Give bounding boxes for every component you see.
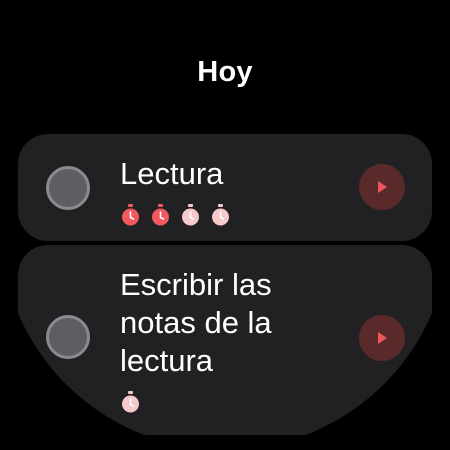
task-card[interactable]: Lectura — [18, 134, 432, 241]
play-icon — [378, 181, 387, 193]
task-title: Lectura — [120, 156, 224, 191]
watch-screen: Hoy Lectura Escribir las notas de la lec… — [0, 0, 450, 450]
pomodoro-list — [120, 391, 141, 413]
pomodoro-pending-icon — [212, 204, 229, 226]
pomodoro-pending-icon — [182, 204, 199, 226]
task-card[interactable]: Escribir las notas de la lectura — [18, 245, 432, 435]
start-timer-button[interactable] — [359, 315, 405, 361]
pomodoro-done-icon — [122, 204, 139, 226]
task-complete-checkbox[interactable] — [46, 166, 90, 210]
task-complete-checkbox[interactable] — [46, 315, 90, 359]
pomodoro-list — [120, 204, 231, 226]
play-icon — [378, 332, 387, 344]
page-title: Hoy — [197, 56, 253, 88]
task-title: Escribir las notas de la lectura — [120, 267, 272, 378]
pomodoro-done-icon — [152, 204, 169, 226]
pomodoro-pending-icon — [122, 391, 139, 413]
start-timer-button[interactable] — [359, 164, 405, 210]
